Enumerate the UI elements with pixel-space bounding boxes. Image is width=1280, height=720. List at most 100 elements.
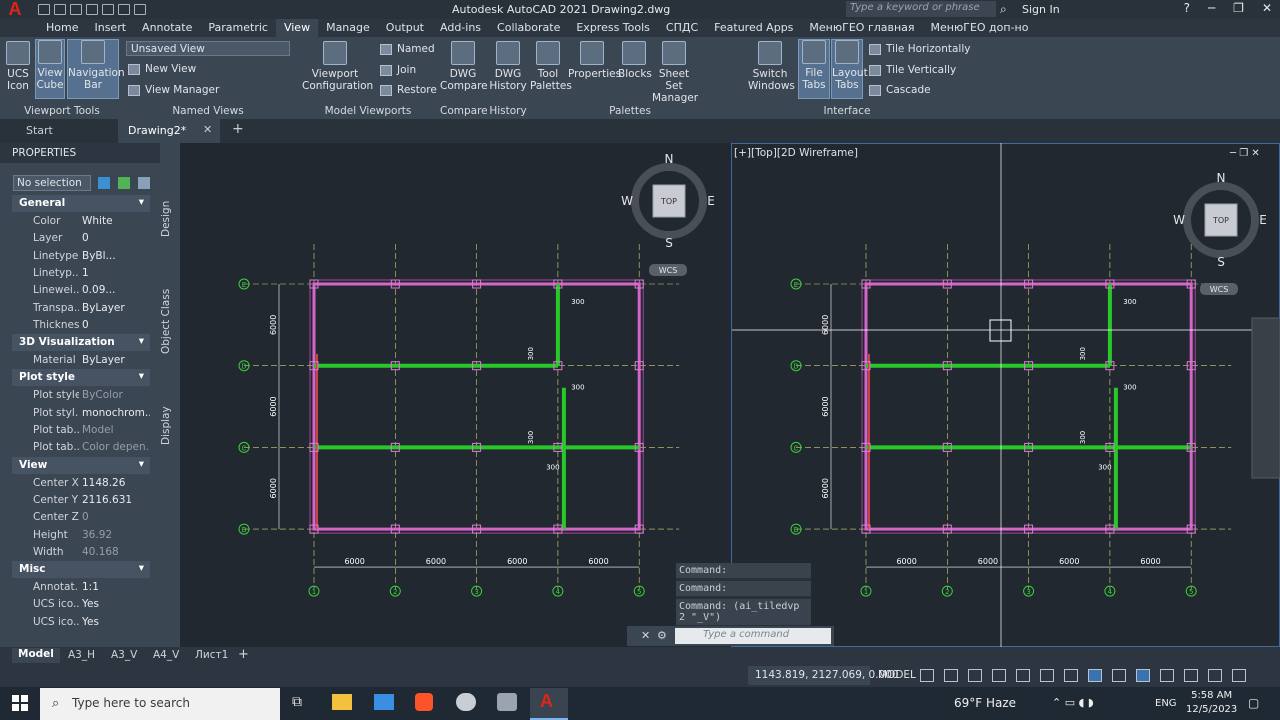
property-row[interactable]: Annotat...1:1 [12,579,150,596]
app-icon[interactable] [456,693,476,711]
close-button[interactable]: ✕ [1262,1,1272,15]
quick-select-icon[interactable] [138,177,150,189]
property-row[interactable]: Center Z0 [12,509,150,526]
new-icon[interactable] [38,4,50,15]
named-viewports-button[interactable]: Named [380,43,435,55]
status-toggle-icon[interactable] [920,669,934,682]
weather-widget[interactable]: 69°F Haze [954,696,1016,710]
task-view-icon[interactable]: ⧉ [292,694,302,710]
tab-start[interactable]: Start [26,124,53,137]
close-tab-icon[interactable]: ✕ [203,123,212,136]
property-value[interactable]: ByColor [82,389,150,401]
property-row[interactable]: Transpa... ByLayer [12,300,150,317]
layout-tab-a3h[interactable]: A3_H [68,649,95,661]
property-row[interactable]: Plot tab... Color depen... [12,439,150,456]
chevron-down-icon[interactable]: ▾ [139,196,144,208]
notifications-icon[interactable]: ▢ [1248,696,1259,710]
status-toggle-icon[interactable] [1184,669,1198,682]
property-value[interactable]: ByLayer [82,354,150,366]
property-value[interactable]: ByLayer [82,302,150,314]
property-row[interactable]: UCS ico... Yes [12,596,150,613]
toggle-pickadd-icon[interactable] [98,177,110,189]
selection-dropdown[interactable]: No selection [13,175,91,191]
layout-tab-list1[interactable]: Лист1 [195,649,228,661]
tab-home[interactable]: Home [38,19,86,37]
undo-icon[interactable] [118,4,130,15]
taskbar-search-input[interactable]: Type here to search [40,688,280,720]
property-value[interactable]: 0 [82,511,150,523]
navigation-bar-button[interactable]: Navigation Bar [67,39,125,99]
redo-icon[interactable] [134,4,146,15]
section-header[interactable]: View ▾ [12,456,150,474]
tile-horizontally-button[interactable]: Tile Horizontally [869,43,970,55]
tab-insert[interactable]: Insert [86,19,134,37]
tab-spds[interactable]: СПДС [658,19,706,37]
file-explorer-icon[interactable] [332,694,352,710]
app-icon[interactable] [497,693,517,711]
property-value[interactable]: 1148.26 [82,477,150,489]
status-toggle-icon[interactable] [1208,669,1222,682]
property-row[interactable]: Plot tab... Model [12,422,150,439]
property-row[interactable]: Plot styl...monochrom... [12,405,150,422]
status-toggle-icon[interactable] [1160,669,1174,682]
minimize-button[interactable]: ─ [1208,1,1215,15]
layout-tabs-button[interactable]: Layout Tabs [831,39,868,99]
viewcube-button[interactable]: View Cube [35,39,65,99]
saveas-icon[interactable] [86,4,98,15]
property-row[interactable]: Layer 0 [12,230,150,247]
property-row[interactable]: Color White [12,213,150,230]
property-value[interactable]: 0 [82,232,150,244]
sheet-set-manager-button[interactable]: Sheet Set Manager [652,41,698,104]
section-header[interactable]: General ▾ [12,195,150,212]
command-input[interactable]: Type a command [675,628,831,644]
tool-palettes-button[interactable]: Tool Palettes [530,41,572,101]
property-row[interactable]: Plot style ByColor [12,387,150,404]
cascade-button[interactable]: Cascade [869,84,931,96]
layout-tab-a4v[interactable]: A4_V [153,649,179,661]
tab-featured-apps[interactable]: Featured Apps [706,19,801,37]
property-value[interactable]: monochrom... [82,407,150,419]
side-tab-display[interactable]: Display [160,401,178,451]
property-value[interactable]: 1 [82,267,150,279]
tab-output[interactable]: Output [378,19,432,37]
model-space-toggle[interactable]: MODEL [878,669,916,681]
property-row[interactable]: Width 40.168 [12,544,150,561]
status-toggle-icon[interactable] [1040,669,1054,682]
new-tab-icon[interactable]: + [232,121,244,137]
chevron-down-icon[interactable]: ▾ [139,335,144,347]
property-value[interactable]: Yes [82,616,150,628]
tab-drawing2[interactable]: Drawing2* [128,124,186,137]
layout-tab-a3v[interactable]: A3_V [111,649,137,661]
windows-start-icon[interactable] [12,695,28,711]
switch-windows-button[interactable]: Switch Windows [748,41,795,101]
property-row[interactable]: Material ByLayer [12,352,150,369]
customize-icon[interactable]: ⚙ [657,629,667,642]
panel-title-viewport-tools[interactable]: Viewport Tools [8,105,116,117]
property-row[interactable]: Thickness0 [12,317,150,334]
section-header[interactable]: Misc ▾ [12,561,150,579]
sign-in-link[interactable]: Sign In [1022,3,1060,16]
property-row[interactable]: Linetype ByBl... [12,248,150,265]
tab-annotate[interactable]: Annotate [134,19,200,37]
restore-viewports-button[interactable]: Restore [380,84,437,96]
status-toggle-icon[interactable] [1016,669,1030,682]
autocad-logo-icon[interactable]: A [0,0,30,19]
dwg-history-button[interactable]: DWG History [488,41,528,101]
status-toggle-icon[interactable] [1112,669,1126,682]
properties-button[interactable]: Properties [568,41,621,101]
property-value[interactable]: White [82,215,150,227]
status-toggle-icon[interactable] [1136,669,1150,682]
brave-browser-icon[interactable] [415,693,433,711]
property-value[interactable]: 0.09... [82,284,150,296]
search-icon[interactable]: ⌕ [1000,2,1007,17]
property-row[interactable]: Center X 1148.26 [12,475,150,492]
tab-view[interactable]: View [275,19,319,37]
join-viewports-button[interactable]: Join [380,64,416,76]
print-icon[interactable] [102,4,114,15]
property-value[interactable]: 36.92 [82,529,150,541]
open-icon[interactable] [54,4,66,15]
panel-title-palettes[interactable]: Palettes [600,105,660,117]
property-row[interactable]: Height 36.92 [12,527,150,544]
chevron-down-icon[interactable]: ▾ [139,458,144,470]
property-value[interactable]: Model [82,424,150,436]
